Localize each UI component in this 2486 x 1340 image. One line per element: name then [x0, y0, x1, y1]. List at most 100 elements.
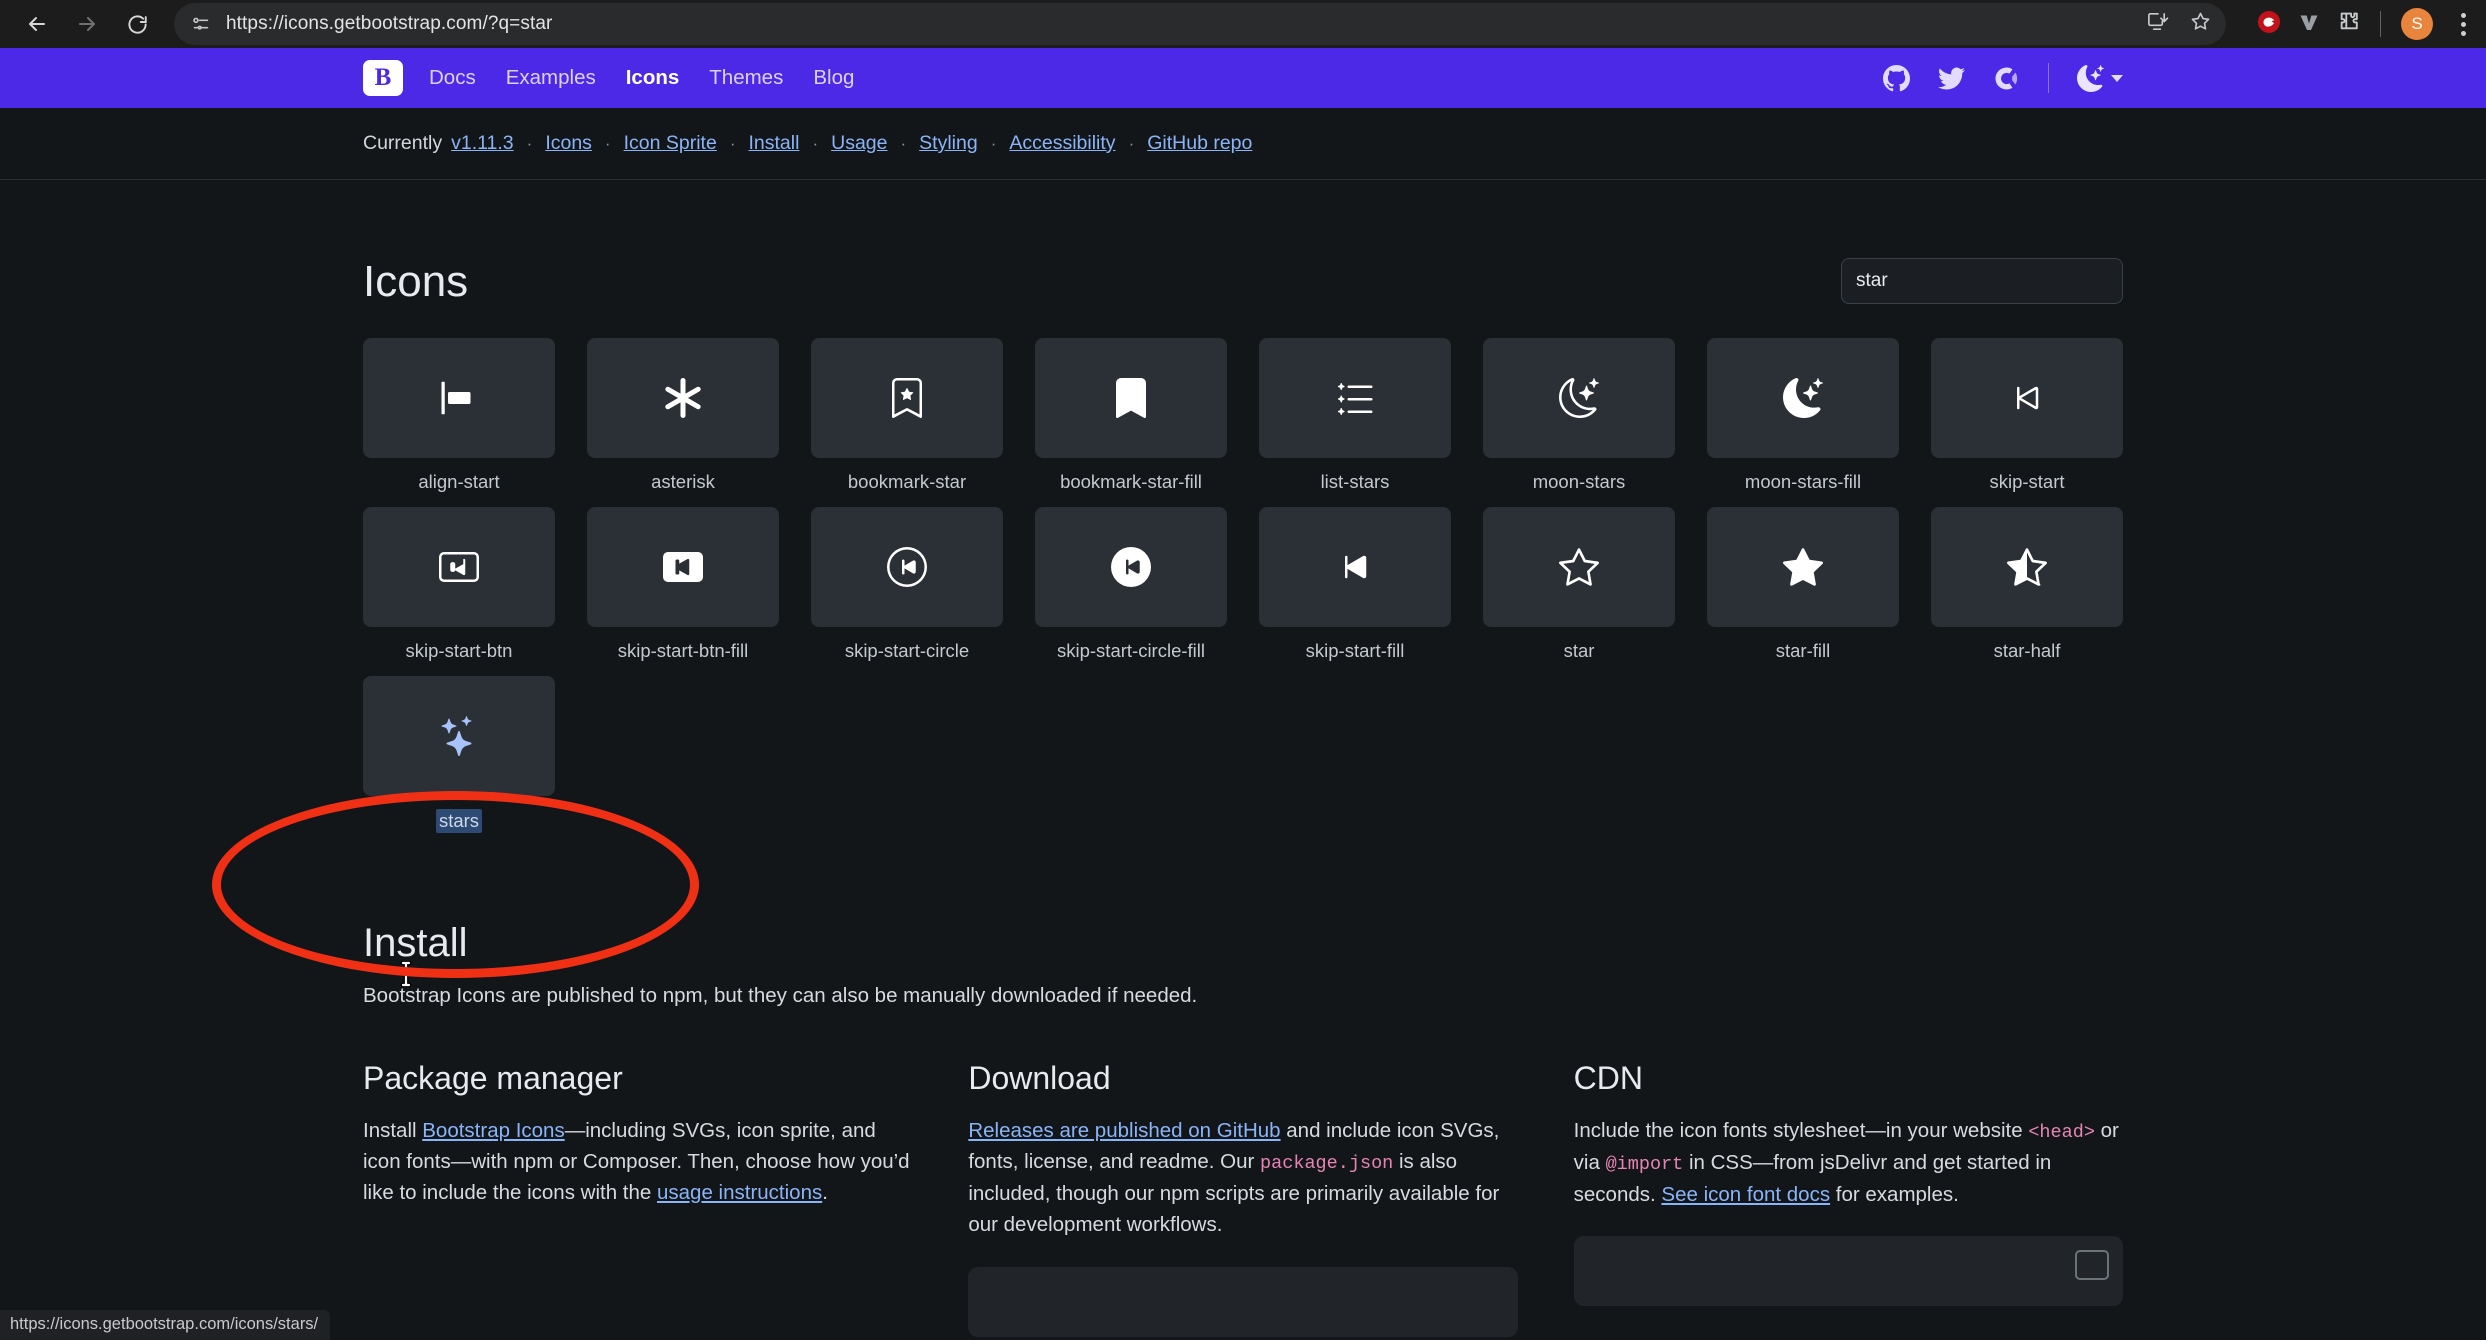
- nav-link-blog[interactable]: Blog: [813, 66, 854, 90]
- icon-label: asterisk: [651, 471, 715, 492]
- icon-cell-stars[interactable]: stars: [363, 676, 555, 833]
- chrome-menu-icon[interactable]: [2455, 9, 2472, 40]
- reload-button[interactable]: [114, 1, 160, 47]
- page-title: Icons: [363, 257, 469, 306]
- icon-cell-asterisk[interactable]: asterisk: [587, 338, 779, 493]
- subnav-link-install[interactable]: Install: [748, 132, 799, 155]
- icon-cell-skip-start-circle-fill[interactable]: skip-start-circle-fill: [1035, 507, 1227, 662]
- skip-start-btn-fill-icon[interactable]: [587, 507, 779, 627]
- cdn-code-block[interactable]: [1573, 1236, 2123, 1307]
- version-link[interactable]: v1.11.3: [451, 132, 514, 155]
- asterisk-icon[interactable]: [587, 338, 779, 458]
- icon-search-input[interactable]: [1841, 258, 2123, 304]
- star-icon[interactable]: [1483, 507, 1675, 627]
- subnav-dot: ·: [526, 133, 533, 153]
- nav-link-docs[interactable]: Docs: [429, 66, 476, 90]
- main-content: Icons align-start asterisk bookmark-star bo…: [323, 180, 2163, 1337]
- install-app-icon[interactable]: [2146, 10, 2169, 38]
- icon-cell-star-fill[interactable]: star-fill: [1707, 507, 1899, 662]
- extension-red-icon[interactable]: [2256, 9, 2282, 40]
- twitter-icon[interactable]: [1938, 65, 1965, 92]
- skip-start-btn-icon[interactable]: [363, 507, 555, 627]
- subnav-link-icons[interactable]: Icons: [545, 132, 592, 155]
- currently-label: Currently: [363, 132, 443, 154]
- icon-cell-star[interactable]: star: [1483, 507, 1675, 662]
- subnav-link-icon-sprite[interactable]: Icon Sprite: [624, 132, 717, 155]
- column-title: CDN: [1573, 1060, 1643, 1096]
- profile-avatar[interactable]: S: [2401, 8, 2433, 40]
- github-icon[interactable]: [1883, 64, 1910, 92]
- icon-cell-star-half[interactable]: star-half: [1931, 507, 2123, 662]
- site-info-icon[interactable]: [190, 13, 212, 35]
- install-heading: Install: [363, 921, 468, 965]
- column-body: Releases are published on GitHub and inc…: [968, 1115, 1517, 1241]
- icon-label: skip-start-fill: [1305, 640, 1405, 661]
- icon-cell-skip-start-btn[interactable]: skip-start-btn: [363, 507, 555, 662]
- icon-cell-align-start[interactable]: align-start: [363, 338, 555, 493]
- icon-label: bookmark-star: [847, 471, 967, 492]
- icon-cell-moon-stars[interactable]: moon-stars: [1483, 338, 1675, 493]
- inline-link[interactable]: Releases are published on GitHub: [968, 1119, 1280, 1142]
- subnav-link-github-repo[interactable]: GitHub repo: [1147, 132, 1252, 155]
- moon-stars-fill-icon[interactable]: [1707, 338, 1899, 458]
- icon-cell-bookmark-star-fill[interactable]: bookmark-star-fill: [1035, 338, 1227, 493]
- icon-cell-moon-stars-fill[interactable]: moon-stars-fill: [1707, 338, 1899, 493]
- skip-start-circle-fill-icon[interactable]: [1035, 507, 1227, 627]
- inline-text: Include the icon fonts stylesheet—in you…: [1573, 1119, 2029, 1142]
- column-body: Include the icon fonts stylesheet—in you…: [1574, 1115, 2123, 1210]
- nav-link-themes[interactable]: Themes: [709, 66, 783, 90]
- theme-toggle[interactable]: [2077, 64, 2123, 92]
- list-stars-icon[interactable]: [1259, 338, 1451, 458]
- bookmark-star-icon[interactable]: [2189, 10, 2212, 38]
- inline-link[interactable]: See icon font docs: [1661, 1183, 1830, 1206]
- stars-icon[interactable]: [363, 676, 555, 796]
- inline-text: .: [822, 1181, 828, 1205]
- subnav-link-styling[interactable]: Styling: [919, 132, 978, 155]
- forward-button[interactable]: [64, 1, 110, 47]
- inline-link[interactable]: Bootstrap Icons: [422, 1119, 564, 1142]
- star-fill-icon[interactable]: [1707, 507, 1899, 627]
- icon-cell-skip-start-btn-fill[interactable]: skip-start-btn-fill: [587, 507, 779, 662]
- copy-icon[interactable]: [2074, 1250, 2109, 1281]
- download-code-block[interactable]: [968, 1266, 1518, 1337]
- address-bar[interactable]: https://icons.getbootstrap.com/?q=star: [174, 3, 2226, 45]
- align-start-icon[interactable]: [363, 338, 555, 458]
- nav-link-icons[interactable]: Icons: [626, 66, 680, 90]
- icon-cell-bookmark-star[interactable]: bookmark-star: [811, 338, 1003, 493]
- skip-start-circle-icon[interactable]: [811, 507, 1003, 627]
- icon-label: star-half: [1993, 640, 2061, 661]
- inline-link[interactable]: usage instructions: [657, 1181, 822, 1204]
- icon-label: skip-start: [1989, 471, 2065, 492]
- column-package-manager: Package manager Install Bootstrap Icons—…: [363, 1060, 912, 1337]
- bookmark-star-fill-icon[interactable]: [1035, 338, 1227, 458]
- icons-section-header: Icons: [363, 180, 2123, 304]
- subnav-dot: ·: [900, 133, 907, 153]
- nav-link-examples[interactable]: Examples: [506, 66, 596, 90]
- skip-start-icon[interactable]: [1931, 338, 2123, 458]
- icon-cell-skip-start-circle[interactable]: skip-start-circle: [811, 507, 1003, 662]
- star-half-icon[interactable]: [1931, 507, 2123, 627]
- version-subnav: Currently v1.11.3 · Icons · Icon Sprite …: [0, 108, 2486, 180]
- icon-cell-skip-start-fill[interactable]: skip-start-fill: [1259, 507, 1451, 662]
- column-cdn: CDN Include the icon fonts stylesheet—in…: [1573, 1060, 2123, 1337]
- inline-text: for examples.: [1830, 1183, 1959, 1207]
- inline-code: package.json: [1260, 1153, 1394, 1175]
- bookmark-star-icon[interactable]: [811, 338, 1003, 458]
- opencollective-icon[interactable]: [1993, 65, 2020, 92]
- toolbar-divider: [2380, 11, 2381, 37]
- extensions-puzzle-icon[interactable]: [2336, 9, 2362, 40]
- moon-stars-icon[interactable]: [1483, 338, 1675, 458]
- icon-cell-list-stars[interactable]: list-stars: [1259, 338, 1451, 493]
- status-bar: https://icons.getbootstrap.com/icons/sta…: [0, 1310, 331, 1340]
- bootstrap-logo[interactable]: B: [363, 60, 403, 96]
- subnav-link-usage[interactable]: Usage: [831, 132, 887, 155]
- inline-code: <head>: [2028, 1122, 2095, 1143]
- extension-v-icon[interactable]: [2296, 9, 2322, 40]
- subnav-dot: ·: [1128, 133, 1135, 153]
- subnav-link-accessibility[interactable]: Accessibility: [1009, 132, 1115, 155]
- icon-cell-skip-start[interactable]: skip-start: [1931, 338, 2123, 493]
- back-button[interactable]: [14, 1, 60, 47]
- site-navbar: B Docs Examples Icons Themes Blog: [0, 48, 2486, 108]
- skip-start-fill-icon[interactable]: [1259, 507, 1451, 627]
- text-cursor: [398, 960, 414, 992]
